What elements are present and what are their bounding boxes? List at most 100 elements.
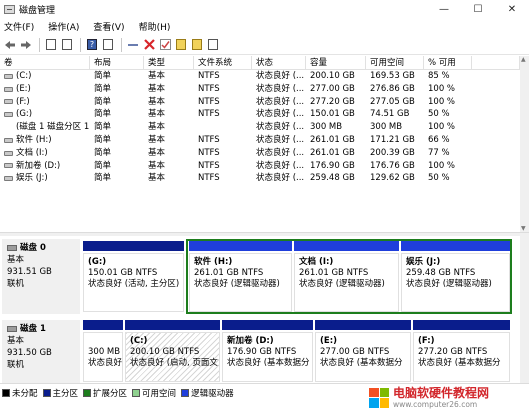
partition-f[interactable]: (F:) 277.20 GB NTFS 状态良好 (基本数据分 — [413, 320, 510, 382]
type-cell: 基本 — [148, 109, 166, 120]
check-icon[interactable] — [158, 38, 172, 52]
partition-size: 259.48 GB NTFS — [406, 268, 476, 278]
status-cell: 状态良好 (... — [256, 147, 305, 158]
menu-file[interactable]: 文件(F) — [0, 20, 38, 33]
volume-cell: (磁盘 1 磁盘分区 1) — [0, 121, 90, 134]
partition-status: 状态良好 (基本数据分 — [227, 358, 310, 368]
scroll-down-icon[interactable]: ▼ — [521, 225, 526, 232]
capacity-cell: 300 MB — [310, 122, 343, 133]
legend-swatch — [2, 389, 10, 397]
percent-free-cell: 66 % — [428, 134, 450, 145]
disk-1-name: 磁盘 1 — [20, 324, 46, 334]
disk-0-name-row: 磁盘 0 — [7, 242, 80, 254]
scroll-up-icon[interactable]: ▲ — [521, 56, 526, 63]
maximize-button[interactable]: ☐ — [461, 0, 495, 18]
volume-cell: (C:) — [0, 70, 90, 83]
primary-partition-bar — [83, 241, 184, 251]
table-row[interactable]: (F:) 简单 基本 NTFS 状态良好 (... 277.20 GB 277.… — [0, 96, 520, 109]
capacity-cell: 200.10 GB — [310, 71, 355, 81]
volume-cell: 文档 (I:) — [0, 147, 90, 160]
col-header-type[interactable]: 类型 — [144, 56, 194, 69]
partition-status: 状态良好 (逻辑驱动器) — [406, 279, 492, 289]
col-header-volume[interactable]: 卷 — [0, 56, 90, 69]
volume-cell: 软件 (H:) — [0, 134, 90, 147]
primary-partition-bar — [315, 320, 411, 330]
disk-0-status: 联机 — [7, 279, 25, 289]
type-cell: 基本 — [148, 173, 166, 184]
title-bar: 磁盘管理 — ☐ ✕ — [0, 0, 529, 18]
partition-e[interactable]: (E:) 277.00 GB NTFS 状态良好 (基本数据分 — [315, 320, 411, 382]
status-cell: 状态良好 (... — [256, 122, 305, 133]
back-arrow-icon[interactable] — [3, 38, 17, 52]
legend-label: 未分配 — [12, 389, 38, 399]
disk-view-scrollbar[interactable] — [520, 236, 529, 383]
legend-item-free-space: 可用空间 — [132, 387, 176, 399]
volume-list-icon[interactable] — [60, 38, 74, 52]
layout-cell: 简单 — [94, 147, 112, 158]
menu-action[interactable]: 操作(A) — [44, 20, 83, 33]
properties-icon[interactable] — [101, 38, 115, 52]
close-button[interactable]: ✕ — [495, 0, 529, 18]
import-icon[interactable] — [174, 38, 188, 52]
col-header-percent-free[interactable]: % 可用 — [424, 56, 472, 69]
type-cell: 基本 — [148, 122, 166, 133]
disk-1-status: 联机 — [7, 360, 25, 370]
delete-icon[interactable] — [142, 38, 156, 52]
legend-swatch — [42, 389, 51, 397]
export-icon[interactable] — [190, 38, 204, 52]
connect-icon[interactable] — [126, 38, 140, 52]
table-row[interactable]: 文档 (I:) 简单 基本 NTFS 状态良好 (... 261.01 GB 2… — [0, 147, 520, 160]
table-row[interactable]: (E:) 简单 基本 NTFS 状态良好 (... 277.00 GB 276.… — [0, 83, 520, 96]
help-icon[interactable]: ? — [85, 38, 99, 52]
capacity-cell: 176.90 GB — [310, 160, 355, 171]
table-row[interactable]: (磁盘 1 磁盘分区 1) 简单 基本 状态良好 (... 300 MB 300… — [0, 121, 520, 134]
filesystem-cell: NTFS — [198, 109, 220, 120]
menu-help[interactable]: 帮助(H) — [135, 20, 175, 33]
table-row[interactable]: 娱乐 (J:) 简单 基本 NTFS 状态良好 (... 259.48 GB 1… — [0, 172, 520, 185]
disk-1-label[interactable]: 磁盘 1 基本 931.50 GB 联机 — [2, 320, 80, 383]
menu-view[interactable]: 查看(V) — [89, 20, 128, 33]
view-icon[interactable] — [206, 38, 220, 52]
volume-icon — [4, 86, 13, 92]
volume-name: (F:) — [16, 96, 30, 107]
col-header-filesystem[interactable]: 文件系统 — [194, 56, 252, 69]
legend-label: 主分区 — [52, 389, 79, 399]
table-row[interactable]: (C:) 简单 基本 NTFS 状态良好 (... 200.10 GB 169.… — [0, 70, 520, 83]
forward-arrow-icon[interactable] — [19, 38, 33, 52]
col-header-capacity[interactable]: 容量 — [306, 56, 366, 69]
volume-list: 卷 布局 类型 文件系统 状态 容量 可用空间 % 可用 (C:) 简单 基本 … — [0, 56, 520, 232]
col-header-status[interactable]: 状态 — [252, 56, 306, 69]
col-header-free-space[interactable]: 可用空间 — [366, 56, 424, 69]
partition-name: 新加卷 (D:) — [227, 336, 274, 346]
percent-free-cell: 100 % — [428, 122, 456, 133]
table-row[interactable]: (G:) 简单 基本 NTFS 状态良好 (... 150.01 GB 74.5… — [0, 108, 520, 121]
volume-list-scrollbar[interactable]: ▲ ▼ — [520, 56, 529, 232]
disk-0-label[interactable]: 磁盘 0 基本 931.51 GB 联机 — [2, 239, 80, 314]
type-cell: 基本 — [148, 134, 166, 145]
percent-free-cell: 100 % — [428, 96, 456, 107]
type-cell: 基本 — [148, 160, 166, 171]
volume-icon — [4, 137, 13, 143]
volume-name: (E:) — [16, 83, 31, 94]
col-header-layout[interactable]: 布局 — [90, 56, 144, 69]
layout-cell: 简单 — [94, 160, 112, 171]
partition-i[interactable]: 文档 (I:) 261.01 GB NTFS 状态良好 (逻辑驱动器) — [294, 241, 399, 312]
partition-size: 277.20 GB NTFS — [418, 347, 488, 357]
volume-name: 软件 (H:) — [16, 134, 52, 145]
filesystem-cell: NTFS — [198, 147, 220, 158]
console-tree-icon[interactable] — [44, 38, 58, 52]
partition-size: 150.01 GB NTFS — [88, 268, 158, 278]
partition-c[interactable]: (C:) 200.10 GB NTFS 状态良好 (启动, 页面文 — [125, 320, 220, 382]
partition-g[interactable]: (G:) 150.01 GB NTFS 状态良好 (活动, 主分区) — [83, 241, 184, 312]
partition-d[interactable]: 新加卷 (D:) 176.90 GB NTFS 状态良好 (基本数据分 — [222, 320, 313, 382]
partition-body: 300 MB 状态良好 — [83, 332, 123, 382]
partition-j[interactable]: 娱乐 (J:) 259.48 GB NTFS 状态良好 (逻辑驱动器) — [401, 241, 510, 312]
legend: 未分配 主分区 扩展分区 可用空间 逻辑驱动器 — [2, 387, 239, 399]
partition-h[interactable]: 软件 (H:) 261.01 GB NTFS 状态良好 (逻辑驱动器) — [189, 241, 292, 312]
partition-body: 文档 (I:) 261.01 GB NTFS 状态良好 (逻辑驱动器) — [294, 253, 399, 312]
table-row[interactable]: 软件 (H:) 简单 基本 NTFS 状态良好 (... 261.01 GB 1… — [0, 134, 520, 147]
legend-label: 可用空间 — [142, 389, 177, 399]
table-row[interactable]: 新加卷 (D:) 简单 基本 NTFS 状态良好 (... 176.90 GB … — [0, 160, 520, 173]
minimize-button[interactable]: — — [427, 0, 461, 18]
partition-system-reserved[interactable]: 300 MB 状态良好 — [83, 320, 123, 382]
